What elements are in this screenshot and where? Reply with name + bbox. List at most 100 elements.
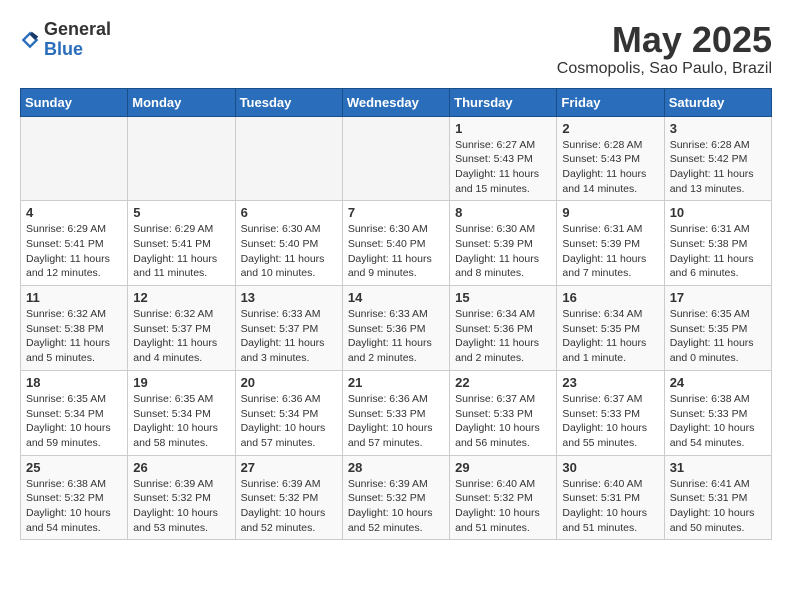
day-info: Sunrise: 6:35 AMSunset: 5:34 PMDaylight:… — [26, 392, 122, 451]
logo: General Blue — [20, 20, 111, 60]
calendar-cell: 27Sunrise: 6:39 AMSunset: 5:32 PMDayligh… — [235, 455, 342, 540]
day-number: 15 — [455, 290, 551, 305]
sunrise-text: Sunrise: 6:28 AM — [562, 139, 642, 151]
calendar-cell: 15Sunrise: 6:34 AMSunset: 5:36 PMDayligh… — [450, 286, 557, 371]
weekday-header: Wednesday — [342, 88, 449, 116]
sunrise-text: Sunrise: 6:40 AM — [562, 478, 642, 490]
sunset-text: Sunset: 5:33 PM — [670, 408, 748, 420]
sunrise-text: Sunrise: 6:36 AM — [241, 393, 321, 405]
calendar-cell: 11Sunrise: 6:32 AMSunset: 5:38 PMDayligh… — [21, 286, 128, 371]
sunrise-text: Sunrise: 6:30 AM — [241, 223, 321, 235]
daylight-text: Daylight: 11 hours and 14 minutes. — [562, 168, 646, 195]
day-info: Sunrise: 6:35 AMSunset: 5:34 PMDaylight:… — [133, 392, 229, 451]
day-info: Sunrise: 6:29 AMSunset: 5:41 PMDaylight:… — [133, 222, 229, 281]
day-number: 31 — [670, 460, 766, 475]
day-info: Sunrise: 6:33 AMSunset: 5:37 PMDaylight:… — [241, 307, 337, 366]
calendar-cell: 6Sunrise: 6:30 AMSunset: 5:40 PMDaylight… — [235, 201, 342, 286]
logo-general: General — [44, 20, 111, 40]
sunset-text: Sunset: 5:39 PM — [562, 238, 640, 250]
sunset-text: Sunset: 5:34 PM — [241, 408, 319, 420]
sunrise-text: Sunrise: 6:31 AM — [670, 223, 750, 235]
daylight-text: Daylight: 10 hours and 52 minutes. — [348, 507, 433, 534]
weekday-header: Friday — [557, 88, 664, 116]
calendar-header: SundayMondayTuesdayWednesdayThursdayFrid… — [21, 88, 772, 116]
sunset-text: Sunset: 5:31 PM — [670, 492, 748, 504]
day-info: Sunrise: 6:28 AM Sunset: 5:43 PM Daylight:… — [562, 138, 658, 197]
day-number: 26 — [133, 460, 229, 475]
day-info: Sunrise: 6:33 AMSunset: 5:36 PMDaylight:… — [348, 307, 444, 366]
day-info: Sunrise: 6:40 AMSunset: 5:32 PMDaylight:… — [455, 477, 551, 536]
day-number: 14 — [348, 290, 444, 305]
calendar-week-row: 4Sunrise: 6:29 AMSunset: 5:41 PMDaylight… — [21, 201, 772, 286]
sunset-text: Sunset: 5:43 PM — [455, 153, 533, 165]
weekday-header: Tuesday — [235, 88, 342, 116]
day-info: Sunrise: 6:36 AMSunset: 5:34 PMDaylight:… — [241, 392, 337, 451]
sunset-text: Sunset: 5:37 PM — [133, 323, 211, 335]
calendar-cell: 5Sunrise: 6:29 AMSunset: 5:41 PMDaylight… — [128, 201, 235, 286]
weekday-header: Monday — [128, 88, 235, 116]
day-info: Sunrise: 6:38 AMSunset: 5:33 PMDaylight:… — [670, 392, 766, 451]
sunset-text: Sunset: 5:39 PM — [455, 238, 533, 250]
sunrise-text: Sunrise: 6:41 AM — [670, 478, 750, 490]
day-number: 3 — [670, 121, 766, 136]
calendar-cell — [21, 116, 128, 201]
day-info: Sunrise: 6:39 AMSunset: 5:32 PMDaylight:… — [241, 477, 337, 536]
sunset-text: Sunset: 5:38 PM — [670, 238, 748, 250]
calendar-cell: 4Sunrise: 6:29 AMSunset: 5:41 PMDaylight… — [21, 201, 128, 286]
sunset-text: Sunset: 5:32 PM — [455, 492, 533, 504]
day-info: Sunrise: 6:37 AMSunset: 5:33 PMDaylight:… — [562, 392, 658, 451]
calendar-week-row: 1 Sunrise: 6:27 AM Sunset: 5:43 PM Daylight… — [21, 116, 772, 201]
calendar-cell — [342, 116, 449, 201]
sunset-text: Sunset: 5:33 PM — [455, 408, 533, 420]
sunset-text: Sunset: 5:42 PM — [670, 153, 748, 165]
sunrise-text: Sunrise: 6:27 AM — [455, 139, 535, 151]
daylight-text: Daylight: 10 hours and 56 minutes. — [455, 422, 540, 449]
calendar-cell: 12Sunrise: 6:32 AMSunset: 5:37 PMDayligh… — [128, 286, 235, 371]
sunrise-text: Sunrise: 6:35 AM — [26, 393, 106, 405]
day-number: 4 — [26, 205, 122, 220]
sunrise-text: Sunrise: 6:29 AM — [133, 223, 213, 235]
sunrise-text: Sunrise: 6:37 AM — [562, 393, 642, 405]
month-title: May 2025 — [557, 20, 772, 60]
sunrise-text: Sunrise: 6:37 AM — [455, 393, 535, 405]
calendar-cell: 9Sunrise: 6:31 AMSunset: 5:39 PMDaylight… — [557, 201, 664, 286]
day-info: Sunrise: 6:38 AMSunset: 5:32 PMDaylight:… — [26, 477, 122, 536]
calendar-cell: 29Sunrise: 6:40 AMSunset: 5:32 PMDayligh… — [450, 455, 557, 540]
sunset-text: Sunset: 5:33 PM — [348, 408, 426, 420]
daylight-text: Daylight: 11 hours and 10 minutes. — [241, 253, 325, 280]
day-number: 28 — [348, 460, 444, 475]
daylight-text: Daylight: 10 hours and 57 minutes. — [348, 422, 433, 449]
sunset-text: Sunset: 5:38 PM — [26, 323, 104, 335]
sunset-text: Sunset: 5:32 PM — [241, 492, 319, 504]
weekday-header: Sunday — [21, 88, 128, 116]
header-row: SundayMondayTuesdayWednesdayThursdayFrid… — [21, 88, 772, 116]
sunset-text: Sunset: 5:40 PM — [348, 238, 426, 250]
day-info: Sunrise: 6:31 AMSunset: 5:38 PMDaylight:… — [670, 222, 766, 281]
daylight-text: Daylight: 10 hours and 52 minutes. — [241, 507, 326, 534]
sunset-text: Sunset: 5:34 PM — [26, 408, 104, 420]
day-number: 16 — [562, 290, 658, 305]
sunrise-text: Sunrise: 6:35 AM — [133, 393, 213, 405]
day-info: Sunrise: 6:34 AMSunset: 5:35 PMDaylight:… — [562, 307, 658, 366]
calendar-cell: 23Sunrise: 6:37 AMSunset: 5:33 PMDayligh… — [557, 370, 664, 455]
daylight-text: Daylight: 11 hours and 4 minutes. — [133, 337, 217, 364]
sunset-text: Sunset: 5:41 PM — [26, 238, 104, 250]
calendar-cell: 1Sunrise: 6:27 AMSunset: 5:43 PMDaylight… — [450, 116, 557, 201]
daylight-text: Daylight: 10 hours and 50 minutes. — [670, 507, 755, 534]
daylight-text: Daylight: 10 hours and 58 minutes. — [133, 422, 218, 449]
calendar-cell: 19Sunrise: 6:35 AMSunset: 5:34 PMDayligh… — [128, 370, 235, 455]
calendar-cell: 24Sunrise: 6:38 AMSunset: 5:33 PMDayligh… — [664, 370, 771, 455]
calendar-table: SundayMondayTuesdayWednesdayThursdayFrid… — [20, 88, 772, 541]
calendar-cell: 3Sunrise: 6:28 AMSunset: 5:42 PMDaylight… — [664, 116, 771, 201]
sunset-text: Sunset: 5:32 PM — [26, 492, 104, 504]
day-info: Sunrise: 6:37 AM Sunset: 5:33 PM Daylight:… — [455, 392, 551, 451]
calendar-cell: 21Sunrise: 6:36 AMSunset: 5:33 PMDayligh… — [342, 370, 449, 455]
day-number: 1 — [455, 121, 551, 136]
sunrise-text: Sunrise: 6:38 AM — [26, 478, 106, 490]
sunset-text: Sunset: 5:37 PM — [241, 323, 319, 335]
daylight-text: Daylight: 11 hours and 7 minutes. — [562, 253, 646, 280]
calendar-cell: 30Sunrise: 6:40 AMSunset: 5:31 PMDayligh… — [557, 455, 664, 540]
sunset-text: Sunset: 5:43 PM — [562, 153, 640, 165]
calendar-cell: 31 Sunrise: 6:41 AM Sunset: 5:31 PM Dayligh… — [664, 455, 771, 540]
daylight-text: Daylight: 10 hours and 55 minutes. — [562, 422, 647, 449]
